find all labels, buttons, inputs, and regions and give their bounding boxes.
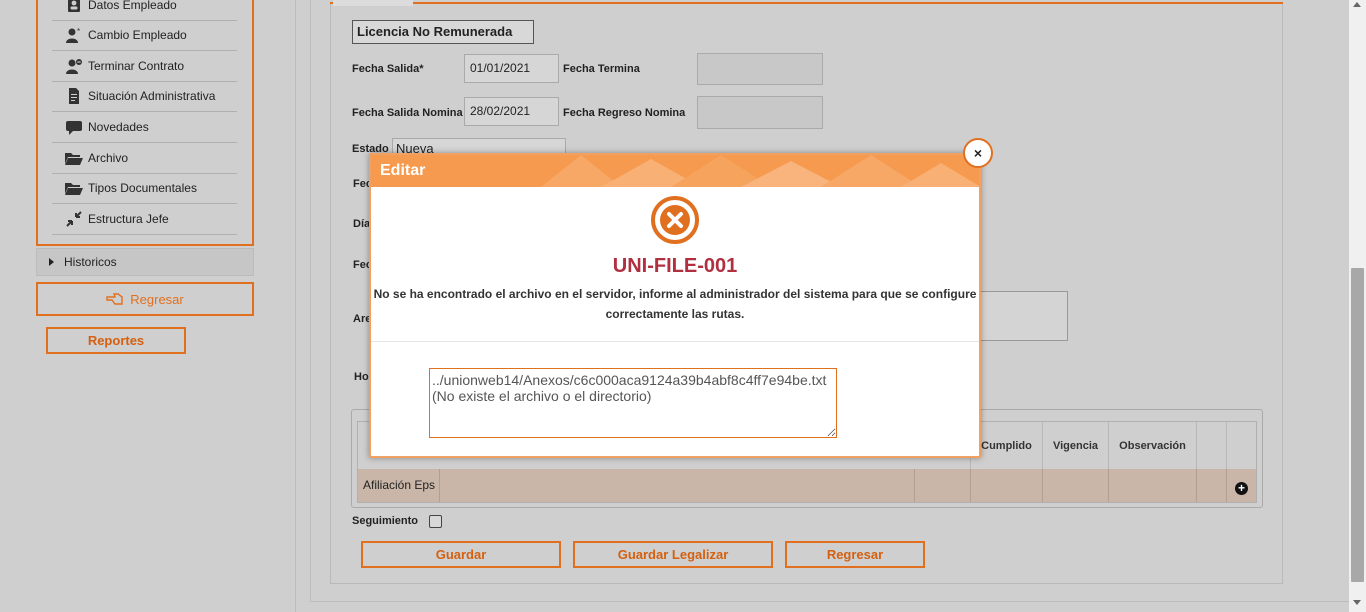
user-minus-icon [62,58,86,74]
error-code: UNI-FILE-001 [612,255,738,277]
fecha-termina-input[interactable] [697,53,823,85]
modal-divider [371,341,979,342]
sidebar-item-tipos-documentales[interactable]: Tipos Documentales [52,173,237,204]
fecha-regreso-nomina-input[interactable] [697,96,823,129]
sidebar-item-novedades[interactable]: Novedades [52,112,237,143]
fecha-salida-nomina-input[interactable]: 28/02/2021 [464,97,559,126]
sidebar-item-terminar-contrato[interactable]: Terminar Contrato [52,51,237,82]
sidebar-item-label: Tipos Documentales [88,181,197,195]
modal-title: Editar [380,162,426,179]
fecha-regreso-nomina-label: Fecha Regreso Nomina [563,107,686,119]
header-pattern [541,155,979,187]
sidebar-regresar-label: Regresar [130,291,184,307]
column-header-observacion: Observación [1108,422,1196,469]
sidebar-item-label: Situación Administrativa [88,89,216,103]
regresar-button[interactable]: Regresar [785,541,925,568]
edit-modal: Editar UNI-FILE-001 No se ha encontrado … [369,153,981,458]
cell-divider [439,469,440,502]
table-row[interactable]: Afiliación Eps + [358,469,1256,502]
sidebar-item-label: Estructura Jefe [88,212,169,226]
fecha-salida-label: Fecha Salida* [352,63,424,75]
sidebar-item-label: Datos Empleado [88,0,177,12]
cell-divider [1108,469,1109,502]
column-header-vigencia: Vigencia [1042,422,1108,469]
sidebar-regresar-button[interactable]: Regresar [36,282,254,316]
scroll-up-arrow-icon[interactable] [1353,2,1361,7]
observaciones-textarea[interactable] [968,291,1068,341]
modal-header[interactable]: Editar [371,155,979,187]
sidebar-item-datos-empleado[interactable]: Datos Empleado [52,0,237,21]
user-star-icon: * [62,27,86,43]
document-icon [62,88,86,104]
scrollbar-thumb[interactable] [1351,268,1364,582]
folder-open-icon [62,150,86,166]
compress-icon [62,211,86,227]
fecha-salida-nomina-label: Fecha Salida Nomina [352,107,463,119]
sidebar-item-label: Terminar Contrato [88,59,185,73]
form-title: Licencia No Remunerada [352,20,534,44]
seguimiento-checkbox[interactable] [429,515,442,528]
sidebar-item-estructura-jefe[interactable]: Estructura Jefe [52,204,237,235]
error-detail-textarea[interactable]: ../unionweb14/Anexos/c6c000aca9124a39b4a… [429,368,837,438]
row-label: Afiliación Eps [363,478,436,492]
close-icon[interactable]: × [963,138,993,168]
error-message: No se ha encontrado el archivo en el ser… [371,284,979,324]
fecha-termina-label: Fecha Termina [563,63,640,75]
folder-open-icon [62,180,86,196]
sidebar-item-cambio-empleado[interactable]: * Cambio Empleado [52,20,237,51]
error-message-line: No se ha encontrado el archivo en el ser… [373,287,977,301]
reportes-button[interactable]: Reportes [46,327,186,354]
cell-divider [1196,469,1197,502]
comment-icon [62,119,86,135]
guardar-legalizar-button[interactable]: Guardar Legalizar [573,541,773,568]
caret-right-icon [49,258,54,266]
sidebar-item-label: Novedades [88,120,149,134]
sidebar-item-situacion-administrativa[interactable]: Situación Administrativa [52,81,237,112]
seguimiento-label: Seguimiento [352,515,419,527]
cell-divider [1042,469,1043,502]
partial-label: Ho [354,371,369,383]
column-header-actions [1226,422,1256,469]
error-circle-icon [651,196,699,244]
sidebar-item-label: Archivo [88,151,129,165]
cell-divider [970,469,971,502]
scroll-down-arrow-icon[interactable] [1353,600,1361,605]
partial-label: Día [353,218,371,230]
sidebar-item-archivo[interactable]: Archivo [52,143,237,174]
guardar-button[interactable]: Guardar [361,541,561,568]
hand-point-left-icon [106,293,123,305]
error-message-line: correctamente las rutas. [605,307,745,321]
sidebar-item-historicos[interactable]: Historicos [36,248,254,276]
cell-divider [914,469,915,502]
id-card-icon [62,0,86,13]
sidebar-item-label: Cambio Empleado [88,28,187,42]
cell-divider [1226,469,1227,502]
sidebar-item-label: Historicos [64,255,117,269]
plus-circle-icon[interactable]: + [1235,482,1248,495]
fecha-salida-input[interactable]: 01/01/2021 [464,54,559,83]
column-header-empty [1196,422,1226,469]
svg-text:*: * [77,27,80,36]
